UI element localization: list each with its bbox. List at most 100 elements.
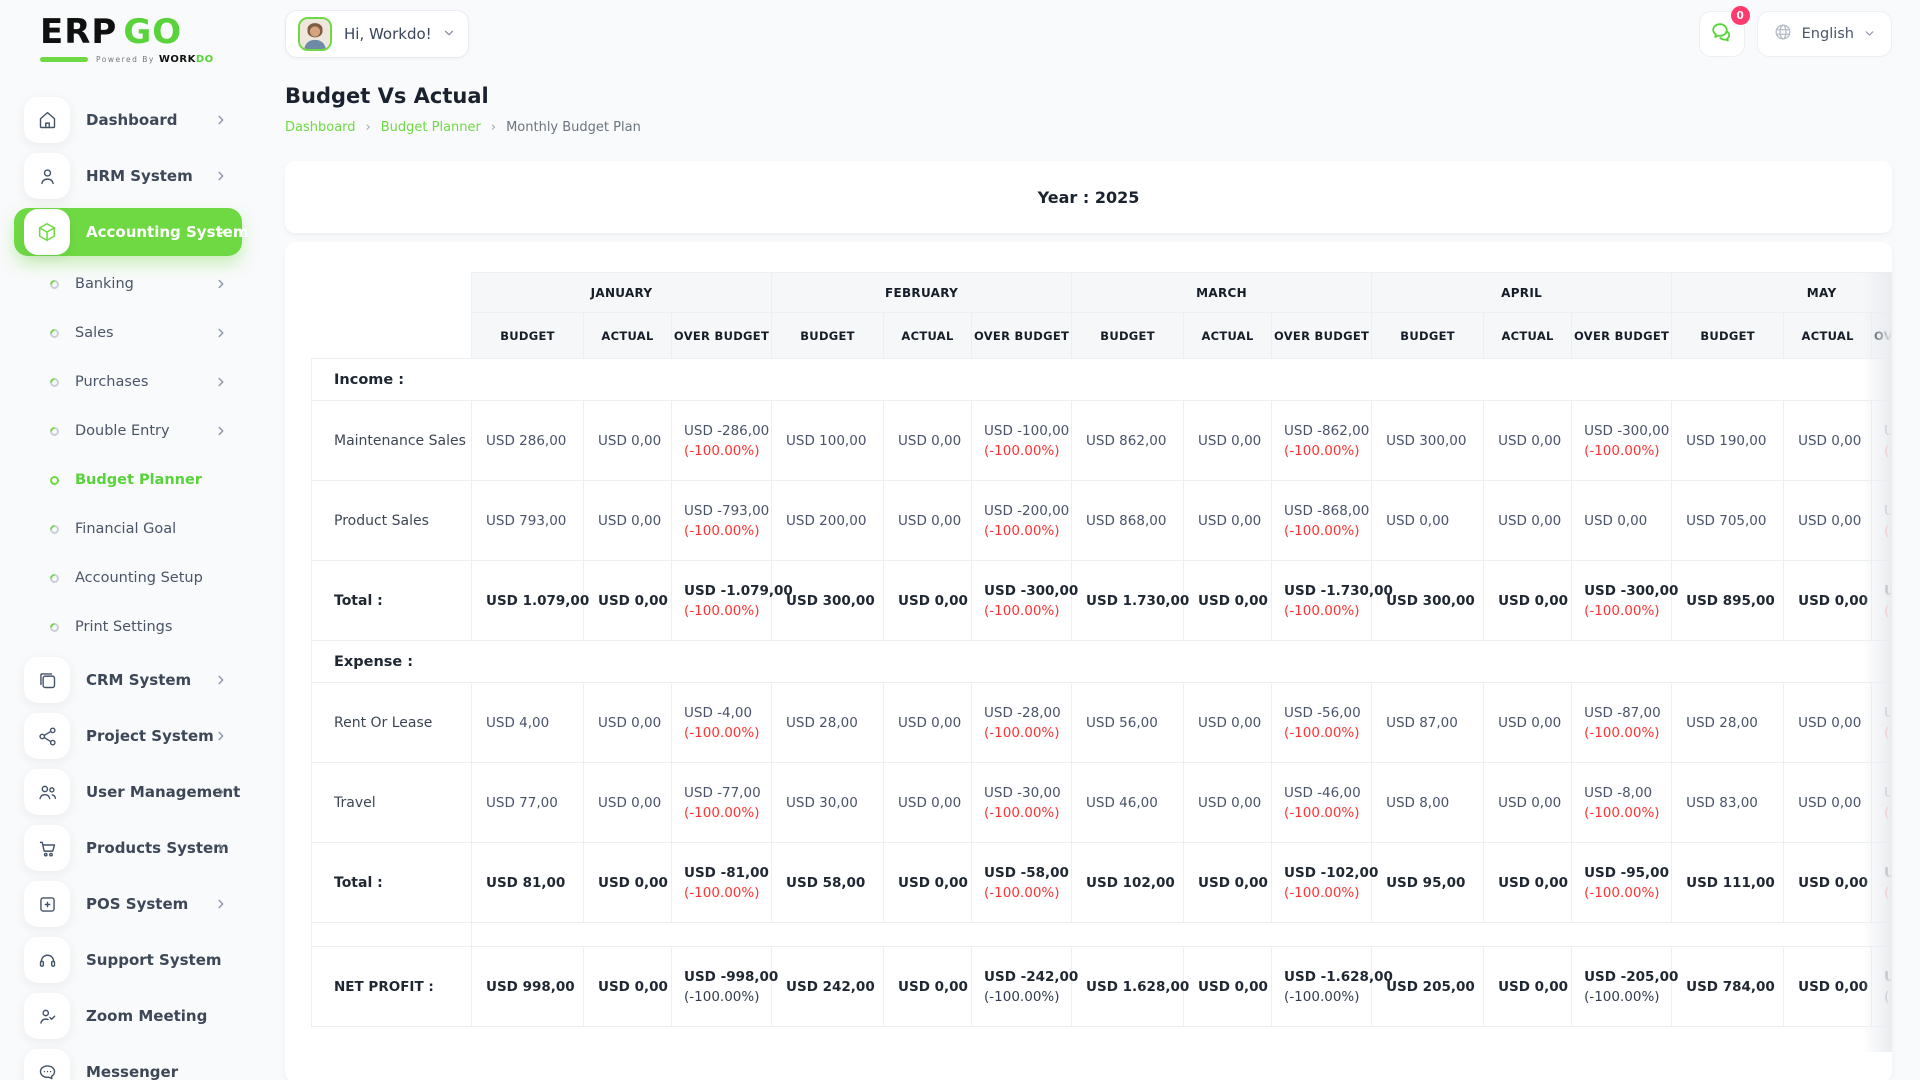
sub-header-over-budget: OVER BUDGET <box>1871 312 1892 359</box>
over-budget-cell: USD -4,00 (-100.00%) <box>670 682 773 763</box>
actual-cell: USD 0,00 <box>1183 480 1273 561</box>
sidebar-subitem-accounting-setup[interactable]: Accounting Setup <box>14 558 242 598</box>
actual-cell: USD 0,00 <box>1183 946 1273 1027</box>
cube-icon <box>24 209 70 255</box>
over-budget-amount: USD -998,00 <box>684 968 779 985</box>
sub-header-over-budget: OVER BUDGET <box>1571 312 1673 359</box>
budget-cell: USD 46,00 <box>1071 762 1185 843</box>
sidebar-item-hrm-system[interactable]: HRM System <box>14 152 242 200</box>
over-budget-percent: (-100.00%) <box>1584 442 1660 459</box>
budget-table-scroll-area[interactable]: JANUARY FEBRUARY MARCH APRIL MAY BUDGET ACTUAL… <box>311 272 1892 1052</box>
budget-cell: USD 81,00 <box>471 842 584 923</box>
sidebar-subitem-print-settings[interactable]: Print Settings <box>14 607 242 647</box>
over-budget-cell: USD -300,00 (-100.00%) <box>971 560 1078 641</box>
chevron-right-icon <box>214 113 228 127</box>
sidebar-item-user-management[interactable]: User Management <box>14 768 242 816</box>
budget-cell: USD 862,00 <box>1071 400 1185 481</box>
budget-cell: USD 0,00 <box>1371 480 1485 561</box>
actual-cell: USD 0,00 <box>883 560 973 641</box>
over-budget-amount: USD -81,00 <box>684 864 769 881</box>
budget-cell: USD 28,00 <box>771 682 885 763</box>
sidebar-item-dashboard[interactable]: Dashboard <box>14 96 242 144</box>
over-budget-amount: USD -784,00 <box>1884 968 1892 985</box>
over-budget-cell: USD -28,00 (-100.00%) <box>1871 682 1892 763</box>
table-row: Rent Or Lease USD 4,00 USD 0,00 USD -4,00 … <box>311 682 1892 763</box>
over-budget-amount: USD -190,00 <box>1884 422 1892 439</box>
sidebar-subitem-sales[interactable]: Sales <box>14 313 242 353</box>
over-budget-amount: USD -1.730,00 <box>1284 582 1393 599</box>
page-title: Budget Vs Actual <box>285 84 489 108</box>
actual-cell: USD 0,00 <box>1783 842 1873 923</box>
over-budget-amount: USD -286,00 <box>684 422 770 439</box>
sidebar-item-label: Dashboard <box>86 111 178 129</box>
sidebar-item-zoom-meeting[interactable]: Zoom Meeting <box>14 992 242 1040</box>
pos-icon <box>24 881 70 927</box>
sidebar-subitem-banking[interactable]: Banking <box>14 264 242 304</box>
actual-cell: USD 0,00 <box>1183 682 1273 763</box>
over-budget-amount: USD -793,00 <box>684 502 770 519</box>
chevron-right-icon <box>214 729 228 743</box>
language-selector[interactable]: English <box>1756 11 1892 57</box>
sidebar-subitem-purchases[interactable]: Purchases <box>14 362 242 402</box>
sidebar-subitem-double-entry[interactable]: Double Entry <box>14 411 242 451</box>
section-row-expense: Expense : <box>311 640 1892 683</box>
cart-icon <box>24 825 70 871</box>
sidebar-item-project-system[interactable]: Project System <box>14 712 242 760</box>
sidebar-item-label: Zoom Meeting <box>86 1007 208 1025</box>
chevron-down-icon <box>1863 25 1876 44</box>
budget-cell: USD 8,00 <box>1371 762 1485 843</box>
user-menu-button[interactable]: Hi, Workdo! <box>285 10 469 58</box>
actual-cell: USD 0,00 <box>883 400 973 481</box>
chevron-right-icon <box>214 424 228 438</box>
over-budget-amount: USD -100,00 <box>984 422 1070 439</box>
budget-table-card: JANUARY FEBRUARY MARCH APRIL MAY BUDGET ACTUAL… <box>285 242 1892 1080</box>
over-budget-amount: USD -4,00 <box>684 704 753 721</box>
over-budget-cell: USD -242,00 (-100.00%) <box>971 946 1078 1027</box>
breadcrumb-dashboard[interactable]: Dashboard <box>285 120 356 135</box>
over-budget-cell: USD -87,00 (-100.00%) <box>1571 682 1673 763</box>
over-budget-percent: (-100.00%) <box>684 804 760 821</box>
over-budget-amount: USD -28,00 <box>984 704 1061 721</box>
row-label: Total : <box>311 560 472 641</box>
month-header-march: MARCH <box>1071 272 1373 313</box>
sidebar-item-products-system[interactable]: Products System <box>14 824 242 872</box>
breadcrumb: Dashboard › Budget Planner › Monthly Bud… <box>285 120 1892 135</box>
actual-cell: USD 0,00 <box>1183 400 1273 481</box>
over-budget-cell: USD -205,00 (-100.00%) <box>1571 946 1678 1027</box>
over-budget-amount: USD 0,00 <box>1584 512 1648 529</box>
sidebar-subitem-budget-planner[interactable]: Budget Planner <box>14 460 242 500</box>
sub-header-actual: ACTUAL <box>1483 312 1573 359</box>
budget-cell: USD 83,00 <box>1671 762 1785 843</box>
sidebar-subitem-label: Banking <box>75 276 134 292</box>
budget-cell: USD 58,00 <box>771 842 885 923</box>
over-budget-percent: (-100.00%) <box>984 522 1060 539</box>
sidebar-item-support-system[interactable]: Support System <box>14 936 242 984</box>
budget-cell: USD 30,00 <box>771 762 885 843</box>
messages-button[interactable]: 0 <box>1698 6 1750 57</box>
budget-cell: USD 895,00 <box>1671 560 1785 641</box>
actual-cell: USD 0,00 <box>883 842 973 923</box>
sub-header-actual: ACTUAL <box>1783 312 1873 359</box>
user-icon <box>24 153 70 199</box>
sidebar-subitem-label: Accounting Setup <box>75 570 203 586</box>
over-budget-cell: USD -300,00 (-100.00%) <box>1571 560 1678 641</box>
row-label: Maintenance Sales <box>311 400 472 481</box>
row-label: Rent Or Lease <box>311 682 472 763</box>
actual-cell: USD 0,00 <box>583 762 672 843</box>
sidebar-item-messenger[interactable]: Messenger <box>14 1048 242 1080</box>
sidebar-item-crm-system[interactable]: CRM System <box>14 656 242 704</box>
sidebar-item-accounting-system[interactable]: Accounting System <box>14 208 249 256</box>
sidebar-subitem-financial-goal[interactable]: Financial Goal <box>14 509 242 549</box>
frames-icon <box>24 657 70 703</box>
over-budget-cell: USD -100,00 (-100.00%) <box>971 400 1073 481</box>
actual-cell: USD 0,00 <box>1783 682 1873 763</box>
sidebar-subitem-label: Purchases <box>75 374 149 390</box>
budget-cell: USD 200,00 <box>771 480 885 561</box>
over-budget-amount: USD -895,00 <box>1884 582 1892 599</box>
over-budget-percent: (-100.00%) <box>1584 804 1660 821</box>
breadcrumb-budget-planner[interactable]: Budget Planner <box>381 120 481 135</box>
language-label: English <box>1801 26 1854 42</box>
budget-cell: USD 705,00 <box>1671 480 1785 561</box>
row-label: Travel <box>311 762 472 843</box>
sidebar-item-pos-system[interactable]: POS System <box>14 880 242 928</box>
